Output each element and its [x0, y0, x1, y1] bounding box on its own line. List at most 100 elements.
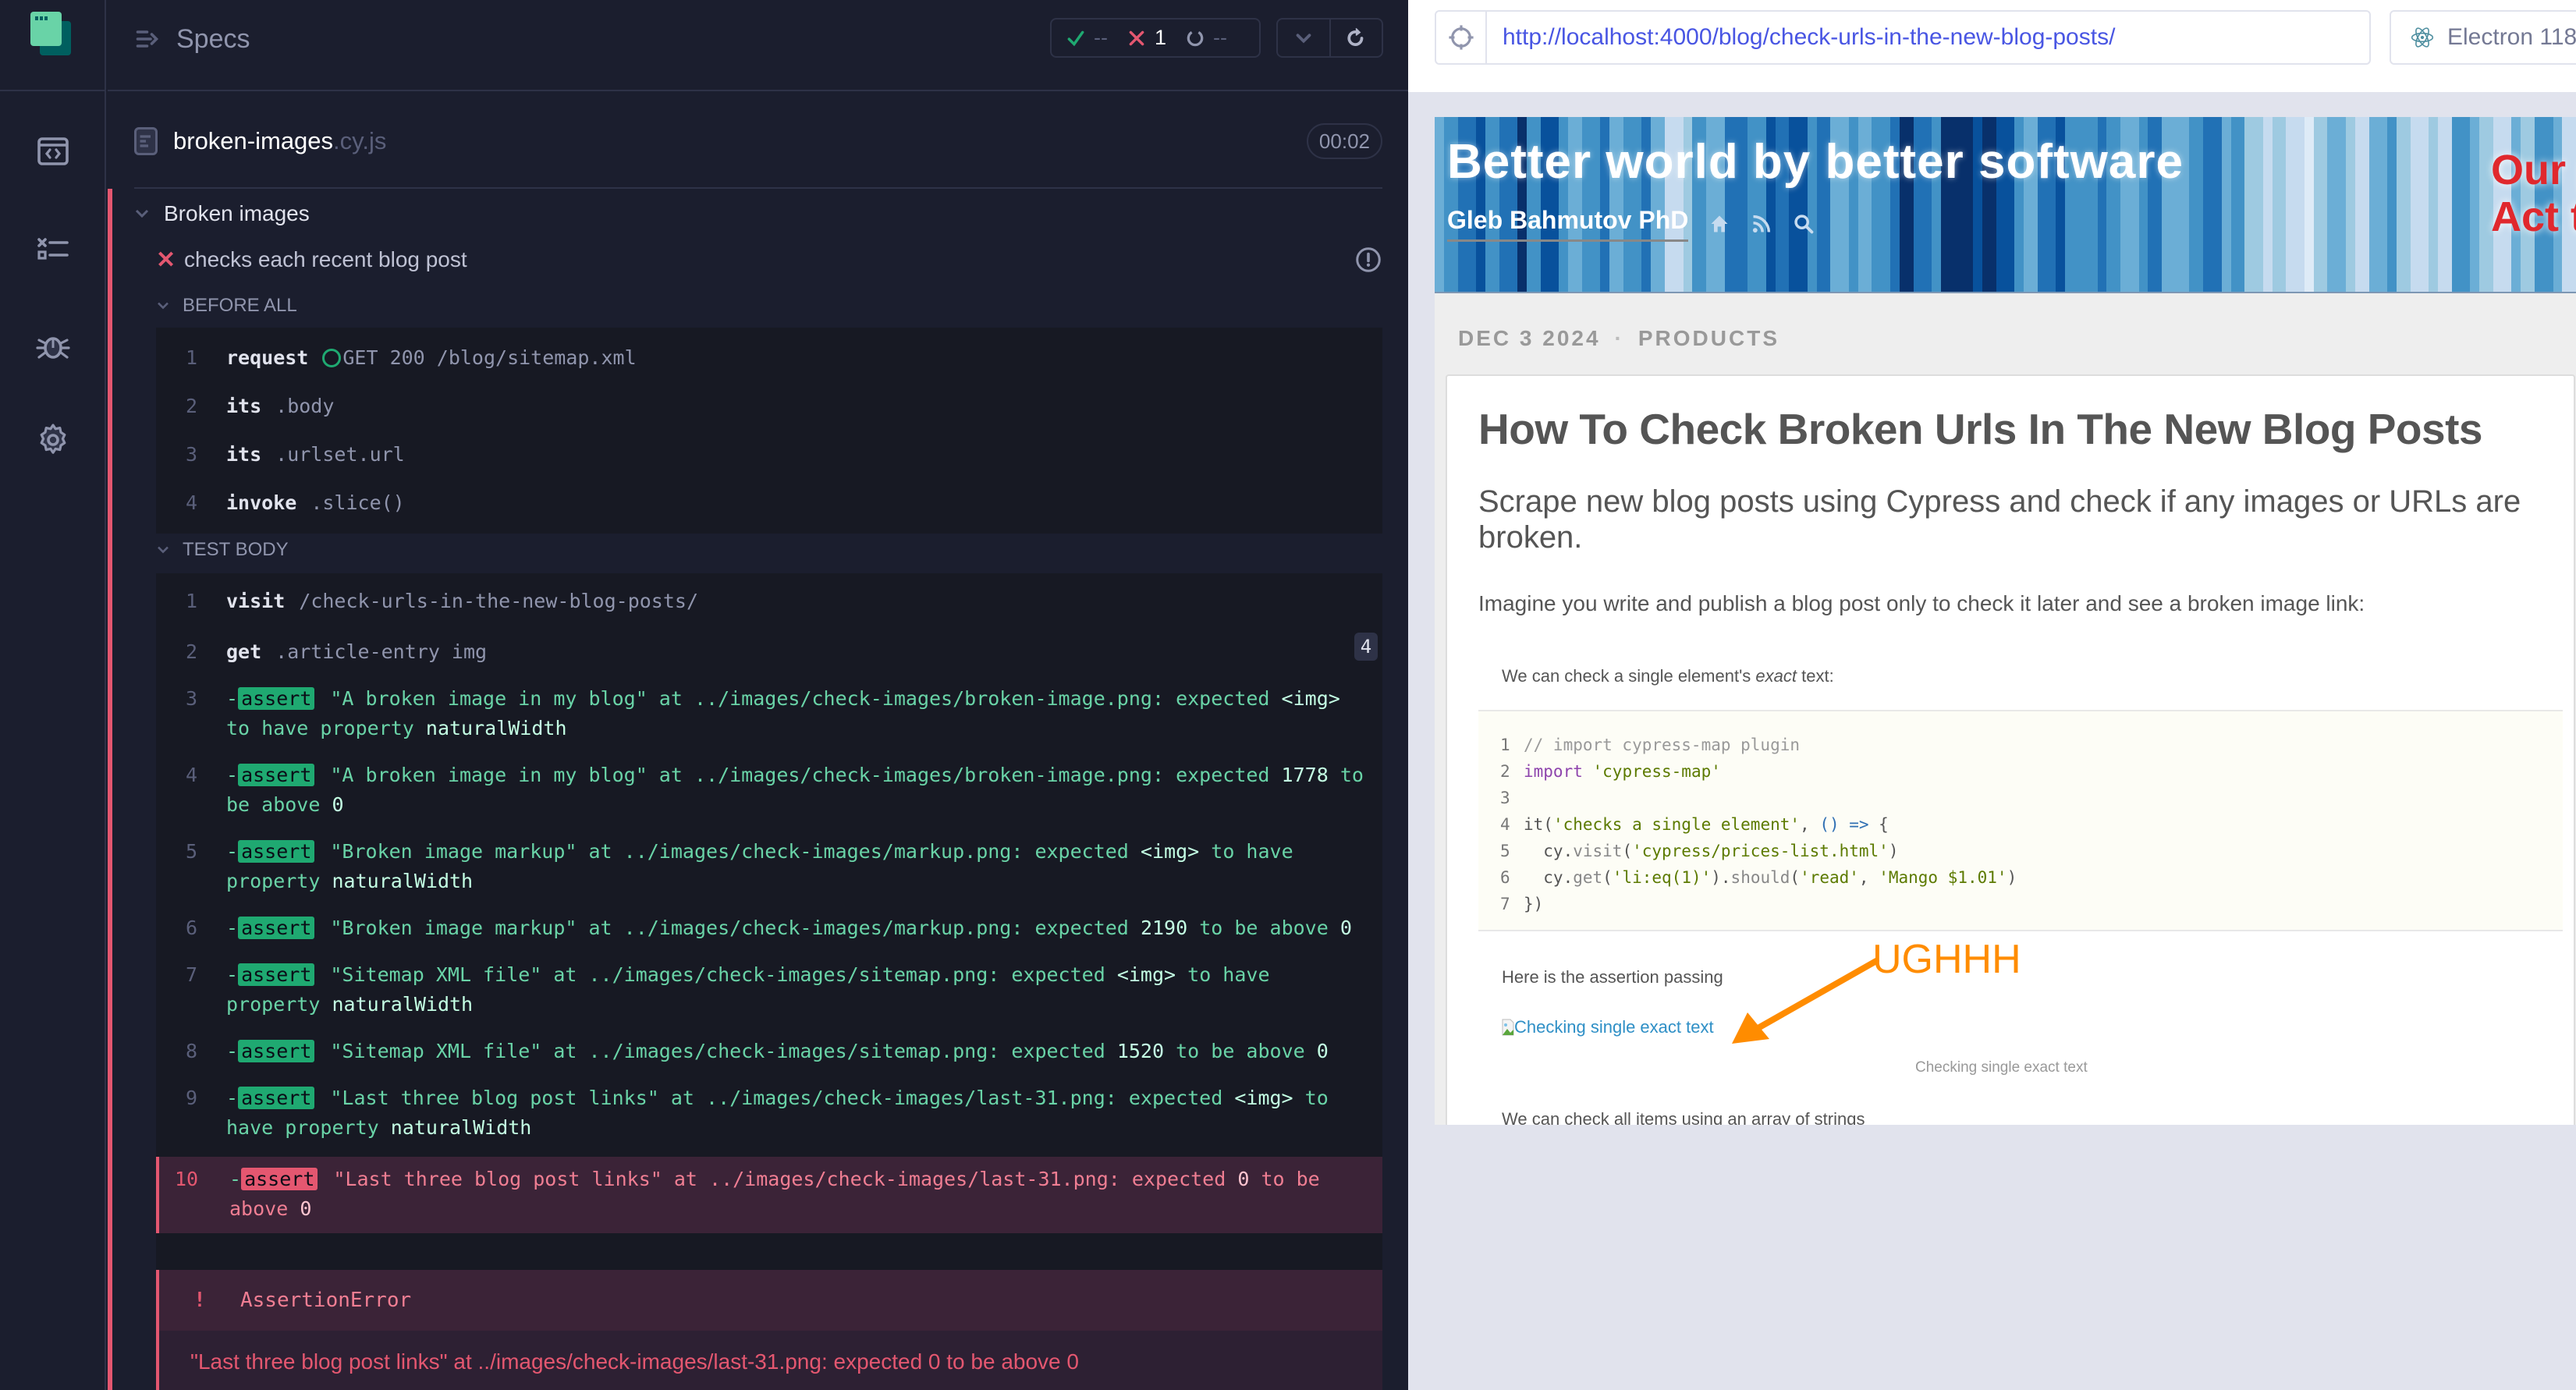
test-list-icon [37, 238, 69, 260]
assert-message: - assert "Sitemap XML file" at ../images/c… [226, 963, 1270, 1016]
command-number: 3 [186, 687, 198, 710]
paragraph-array: We can check all items using an array of… [1502, 1109, 1865, 1125]
post-category[interactable]: PRODUCTS [1638, 326, 1779, 351]
assert-row[interactable]: 5 - assert "Broken image markup" at ../imag… [156, 829, 1382, 906]
code-line: 6 cy.get('li:eq(1)').should('read', 'Man… [1478, 864, 2563, 891]
author-link[interactable]: Gleb Bahmutov PhD [1447, 206, 1689, 242]
sidebar [0, 0, 106, 1390]
home-icon[interactable] [1708, 213, 1730, 235]
annotation-text: UGHHH [1872, 937, 2021, 982]
run-controls [1276, 18, 1383, 58]
code-line-number: 7 [1500, 895, 1510, 913]
climate-stripe [2354, 117, 2369, 292]
test-checks-each-recent-blog-post[interactable]: ✕ checks each recent blog post [156, 243, 1382, 276]
emphasis: exact [1755, 666, 1797, 686]
error-message: "Last three blog post links" at ../image… [190, 1349, 1079, 1374]
climate-stripe [2230, 117, 2245, 292]
climate-stripe [2346, 117, 2355, 292]
author-row: Gleb Bahmutov PhD [1447, 206, 1815, 242]
broken-image-link[interactable]: Checking single exact text [1502, 1017, 1714, 1037]
sidebar-item-debug[interactable] [34, 326, 72, 363]
code-window-icon [37, 137, 69, 165]
code-line-number: 1 [1500, 736, 1510, 754]
assert-tag: assert [238, 1087, 315, 1109]
command-number: 5 [186, 840, 198, 863]
spec-duration: 00:02 [1306, 123, 1382, 159]
code-line-number: 5 [1500, 842, 1510, 860]
hook-label: BEFORE ALL [183, 295, 297, 316]
assert-value: 0 [1339, 917, 1352, 939]
assert-verb: to have property [226, 717, 414, 739]
assert-row[interactable]: 6 - assert "Broken image markup" at ../imag… [156, 906, 1382, 952]
climate-stripe [2368, 117, 2388, 292]
command-log-panel: Specs -- 1 -- broken-images .cy.js 00:02… [108, 0, 1408, 1390]
post-date: DEC 3 2024 [1458, 326, 1601, 350]
browser-selector[interactable]: Electron 118 [2390, 10, 2576, 65]
failed-assert-row[interactable]: 10 - assert "Last three blog post links" at… [156, 1157, 1382, 1233]
code-source: }) [1524, 895, 1544, 913]
command-row[interactable]: 1 visit/check-urls-in-the-new-blog-posts… [156, 580, 1382, 628]
code-line: 1 // import cypress-map plugin [1478, 732, 2563, 758]
assert-tag: assert [238, 963, 315, 986]
hook-test-body[interactable]: TEST BODY [156, 537, 289, 563]
assert-row[interactable]: 8 - assert "Sitemap XML file" at ../images/… [156, 1029, 1382, 1076]
climate-stripe [2286, 117, 2305, 292]
hook-before-all[interactable]: BEFORE ALL [156, 293, 297, 319]
url-text[interactable]: http://localhost:4000/blog/check-urls-in… [1487, 24, 2115, 51]
command-row[interactable]: 3 its .urlset.url [156, 431, 1382, 479]
assert-row[interactable]: 3 - assert "A broken image in my blog" at .… [156, 676, 1382, 753]
reporter-header: Specs -- 1 -- [108, 0, 1408, 91]
assert-tag: assert [238, 687, 315, 710]
climate-stripe [2470, 117, 2480, 292]
spec-file-header: broken-images .cy.js 00:02 [134, 119, 1382, 164]
command-row[interactable]: 2 get .article-entry img 4 [156, 628, 1382, 676]
assert-row[interactable]: 9 - assert "Last three blog post links" at … [156, 1076, 1382, 1152]
sidebar-item-runs[interactable] [34, 230, 72, 268]
command-name: invoke [226, 491, 297, 514]
site-title[interactable]: Better world by better software [1447, 134, 2184, 190]
suite-broken-images[interactable]: Broken images [134, 198, 310, 229]
code-line-number: 4 [1500, 815, 1510, 834]
command-number: 10 [175, 1168, 199, 1190]
cypress-logo-icon[interactable] [30, 11, 74, 55]
command-number: 7 [186, 963, 198, 986]
assert-message: - assert "Broken image markup" at ../image… [226, 840, 1293, 892]
test-stats: -- 1 -- [1050, 18, 1261, 58]
selector-playground-button[interactable] [1436, 12, 1487, 63]
rerun-button[interactable] [1329, 20, 1382, 56]
climate-message[interactable]: Our planet is in danger Act today: what … [2491, 147, 2576, 240]
error-header[interactable]: ! AssertionError [159, 1270, 1382, 1331]
command-row[interactable]: 1 request GET 200 /blog/sitemap.xml [156, 334, 1382, 382]
assert-subject: 2190 [1140, 917, 1188, 939]
sidebar-item-settings[interactable] [34, 421, 72, 459]
rss-icon[interactable] [1751, 213, 1772, 235]
command-number: 4 [186, 764, 198, 786]
assert-text: "A broken image in my blog" at ../images… [330, 764, 1270, 786]
exclamation-circle-icon[interactable] [1354, 246, 1382, 274]
broken-image-icon [1502, 1019, 1514, 1036]
collapse-button[interactable] [1278, 20, 1329, 56]
suite-title: Broken images [164, 201, 310, 225]
climate-stripe [2438, 117, 2452, 292]
gear-icon [40, 424, 66, 454]
assert-verb: to be above [1199, 917, 1329, 939]
blog-banner: Better world by better software Gleb Bah… [1435, 117, 2576, 293]
command-message: GET 200 /blog/sitemap.xml [342, 346, 637, 369]
specs-toggle-button[interactable]: Specs [134, 22, 250, 56]
code-line-number: 6 [1500, 868, 1510, 887]
error-panel: ! AssertionError "Last three blog post l… [156, 1270, 1382, 1390]
assert-row[interactable]: 7 - assert "Sitemap XML file" at ../images/… [156, 952, 1382, 1029]
refresh-icon [1347, 27, 1364, 46]
climate-stripe [2313, 117, 2328, 292]
code-line-number: 2 [1500, 762, 1510, 781]
app-logo-area [0, 0, 105, 91]
command-row[interactable]: 2 its .body [156, 382, 1382, 431]
spec-file-ext: .cy.js [333, 127, 387, 154]
assert-value: 0 [1316, 1040, 1329, 1062]
command-number: 3 [186, 443, 198, 466]
assert-row[interactable]: 4 - assert "A broken image in my blog" at .… [156, 753, 1382, 829]
search-icon[interactable] [1793, 213, 1815, 235]
command-row[interactable]: 4 invoke .slice() [156, 479, 1382, 527]
assert-message: - assert "A broken image in my blog" at ..… [226, 687, 1340, 739]
sidebar-item-specs[interactable] [34, 133, 72, 170]
